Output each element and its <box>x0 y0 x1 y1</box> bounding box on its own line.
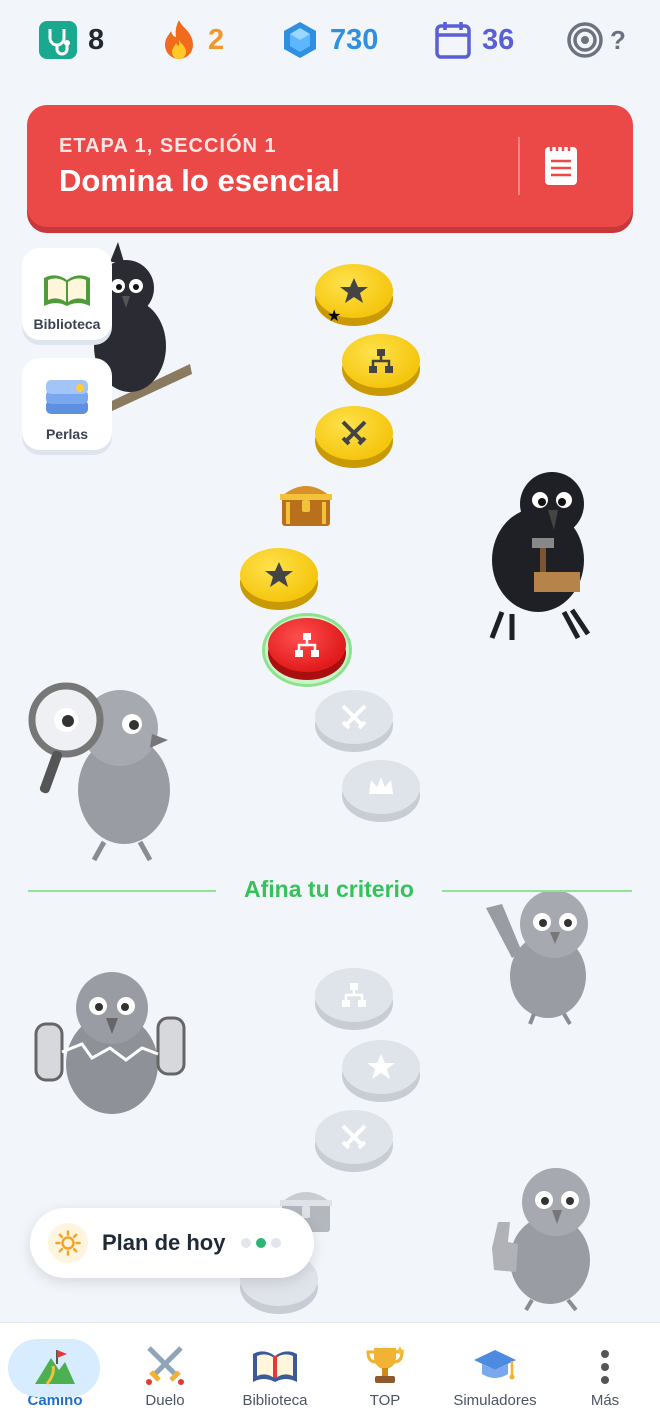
daily-plan-pill[interactable]: Plan de hoy <box>30 1208 314 1278</box>
trophy-icon <box>366 1346 405 1383</box>
network-icon <box>342 983 366 1007</box>
section-title: Domina lo esencial <box>59 163 340 198</box>
graduation-cap-icon <box>474 1350 516 1380</box>
star-icon <box>367 1054 395 1079</box>
lesson-node-locked[interactable] <box>315 690 393 752</box>
calendar-icon <box>435 22 471 59</box>
notebook-icon[interactable] <box>543 141 579 187</box>
treasure-chest-icon[interactable] <box>276 472 336 532</box>
pearls-side-button[interactable]: Perlas <box>22 358 112 450</box>
goal-value: ? <box>610 24 626 55</box>
target-icon <box>567 22 603 58</box>
lesson-node-completed[interactable] <box>342 334 420 396</box>
section-banner[interactable]: ETAPA 1, SECCIÓN 1 Domina lo esencial <box>27 105 633 227</box>
tab-label: TOP <box>369 1392 401 1409</box>
days-stat[interactable]: 36 <box>434 18 514 62</box>
lesson-node-locked[interactable] <box>342 1040 420 1102</box>
crown-icon <box>369 777 393 794</box>
tab-duelo[interactable]: Duelo <box>120 1323 210 1423</box>
stacked-cards-icon <box>46 380 88 414</box>
tab-top[interactable]: TOP <box>340 1323 430 1423</box>
health-stat[interactable]: 8 <box>38 18 104 62</box>
tab-label: Duelo <box>145 1392 185 1409</box>
sun-icon <box>48 1223 88 1263</box>
crow-waving-illustration <box>486 890 588 1026</box>
lesson-node-locked[interactable] <box>315 968 393 1030</box>
gems-stat[interactable]: 730 <box>280 18 378 62</box>
lesson-node-completed[interactable] <box>240 548 318 610</box>
gems-count: 730 <box>330 23 379 56</box>
tab-camino[interactable]: Camino <box>8 1323 100 1423</box>
lesson-node-locked[interactable] <box>342 760 420 822</box>
tab-biblioteca[interactable]: Biblioteca <box>230 1323 320 1423</box>
bottom-tab-bar: Camino Duelo Biblioteca TOP Simuladores … <box>0 1322 660 1428</box>
network-icon <box>295 633 319 657</box>
daily-plan-label: Plan de hoy <box>102 1230 226 1255</box>
progress-dot <box>271 1238 282 1248</box>
progress-dot-active <box>256 1238 267 1248</box>
network-icon <box>369 349 393 373</box>
tab-label: Más <box>590 1392 620 1409</box>
open-book-icon <box>44 275 90 306</box>
library-side-button[interactable]: Biblioteca <box>22 248 112 340</box>
lesson-node-current[interactable] <box>268 618 346 680</box>
more-vertical-icon <box>601 1350 609 1384</box>
section-divider-left <box>28 890 216 892</box>
plan-progress-dots <box>241 1238 282 1248</box>
tab-mas[interactable]: Más <box>560 1323 650 1423</box>
tab-label: Biblioteca <box>242 1392 308 1409</box>
section-label: Afina tu criterio <box>244 876 414 902</box>
streak-count: 2 <box>208 23 225 56</box>
crow-thumbsup-illustration <box>492 1168 590 1312</box>
fire-icon <box>165 20 193 59</box>
lesson-node-completed[interactable]: ★ <box>315 264 393 326</box>
crow-hammer-illustration <box>489 472 591 640</box>
swords-icon <box>341 704 367 730</box>
days-count: 36 <box>482 23 515 56</box>
streak-stat[interactable]: 2 <box>160 18 224 62</box>
section-divider-right <box>442 890 632 892</box>
section-eyebrow: ETAPA 1, SECCIÓN 1 <box>59 135 277 157</box>
library-side-label: Biblioteca <box>33 316 101 332</box>
swords-icon <box>341 1124 367 1150</box>
swords-icon <box>341 420 367 446</box>
lesson-node-locked[interactable] <box>315 1110 393 1172</box>
star-icon <box>265 562 293 587</box>
pearls-side-label: Perlas <box>45 426 89 442</box>
crow-magnifier-illustration <box>28 682 170 862</box>
crow-phones-illustration <box>34 972 186 1114</box>
crossed-swords-icon <box>146 1346 184 1385</box>
gem-icon <box>284 22 316 58</box>
star-icon <box>340 278 368 303</box>
banner-divider <box>518 137 520 195</box>
tab-simuladores[interactable]: Simuladores <box>450 1323 540 1423</box>
health-count: 8 <box>88 23 105 56</box>
mountain-flag-icon <box>35 1350 75 1385</box>
open-book-icon <box>253 1351 297 1382</box>
stethoscope-icon <box>39 21 77 59</box>
progress-dot <box>241 1238 252 1248</box>
tab-label: Simuladores <box>453 1392 537 1409</box>
goal-stat[interactable]: ? <box>566 18 626 62</box>
three-stars: ★ <box>327 308 342 325</box>
lesson-node-completed[interactable] <box>315 406 393 468</box>
